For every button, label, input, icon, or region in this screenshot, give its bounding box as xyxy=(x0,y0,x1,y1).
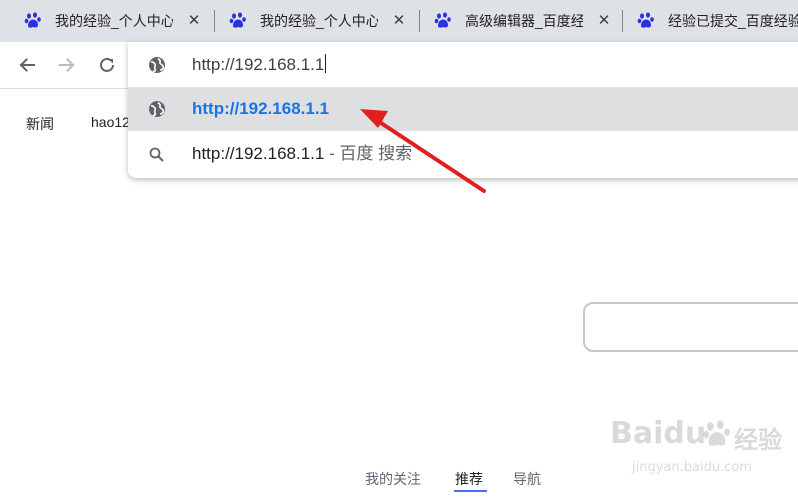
tab-4[interactable]: 经验已提交_百度经验 xyxy=(613,0,798,42)
globe-icon xyxy=(149,101,165,117)
omnibox-dropdown: http://192.168.1.1 http://192.168.1.1 ht… xyxy=(128,42,798,178)
address-input-value: http://192.168.1.1 xyxy=(192,55,325,74)
tab-1[interactable]: 我的经验_个人中心 ✕ xyxy=(0,0,204,42)
baidu-jingyan-watermark: Baidu 经验 jingyan.baidu.com xyxy=(606,414,796,484)
arrow-right-icon xyxy=(59,58,75,72)
close-icon[interactable]: ✕ xyxy=(391,13,407,29)
browser-window: 我的经验_个人中心 ✕ 我的经验_个人中心 ✕ 高级编辑器_百度经 ✕ 经验已提… xyxy=(0,0,798,498)
reload-icon xyxy=(100,57,114,72)
reload-button[interactable] xyxy=(94,52,120,78)
tab-title: 我的经验_个人中心 xyxy=(55,13,173,29)
address-bar[interactable]: http://192.168.1.1 xyxy=(128,42,798,87)
search-icon xyxy=(149,147,164,162)
back-button[interactable] xyxy=(14,52,40,78)
suggestion-url-text: http://192.168.1.1 xyxy=(192,99,330,118)
watermark-url: jingyan.baidu.com xyxy=(632,460,752,475)
forward-button[interactable] xyxy=(54,52,80,78)
baidu-paw-icon xyxy=(229,12,246,28)
tab-2[interactable]: 我的经验_个人中心 ✕ xyxy=(205,0,409,42)
page-search-input[interactable] xyxy=(583,302,798,352)
text-caret xyxy=(325,54,327,73)
suggestion-url[interactable]: http://192.168.1.1 xyxy=(128,87,798,131)
suggestion-search-query: http://192.168.1.1 xyxy=(192,144,325,163)
tab-title: 高级编辑器_百度经验 xyxy=(465,13,583,29)
close-icon[interactable]: ✕ xyxy=(186,13,202,29)
suggestion-search-text: http://192.168.1.1 - 百度 搜索 xyxy=(192,144,412,164)
watermark-brand-cn: 经验 xyxy=(734,426,782,454)
address-input[interactable]: http://192.168.1.1 xyxy=(192,54,327,75)
baidu-paw-icon xyxy=(24,12,41,28)
arrow-left-icon xyxy=(19,58,35,72)
watermark-brand: Baidu xyxy=(610,416,707,451)
tab-title: 我的经验_个人中心 xyxy=(260,13,378,29)
suggestion-search-suffix: - 百度 搜索 xyxy=(324,144,413,163)
tab-navigation[interactable]: 导航 xyxy=(513,469,541,489)
tab-recommend[interactable]: 推荐 xyxy=(455,469,483,489)
globe-icon xyxy=(149,57,165,73)
tab-title: 经验已提交_百度经验 xyxy=(668,13,798,29)
baidu-paw-icon xyxy=(703,420,730,446)
baidu-paw-icon xyxy=(434,12,451,28)
active-tab-indicator xyxy=(454,490,487,492)
bookmark-news[interactable]: 新闻 xyxy=(26,114,54,134)
baidu-paw-icon xyxy=(637,12,654,28)
tab-strip: 我的经验_个人中心 ✕ 我的经验_个人中心 ✕ 高级编辑器_百度经 ✕ 经验已提… xyxy=(0,0,798,42)
tab-my-follow[interactable]: 我的关注 xyxy=(365,469,421,489)
tab-3[interactable]: 高级编辑器_百度经验 ✕ xyxy=(410,0,614,42)
suggestion-search[interactable]: http://192.168.1.1 - 百度 搜索 xyxy=(128,132,798,176)
close-icon[interactable]: ✕ xyxy=(596,13,612,29)
bookmark-hao123[interactable]: hao12 xyxy=(91,114,130,130)
